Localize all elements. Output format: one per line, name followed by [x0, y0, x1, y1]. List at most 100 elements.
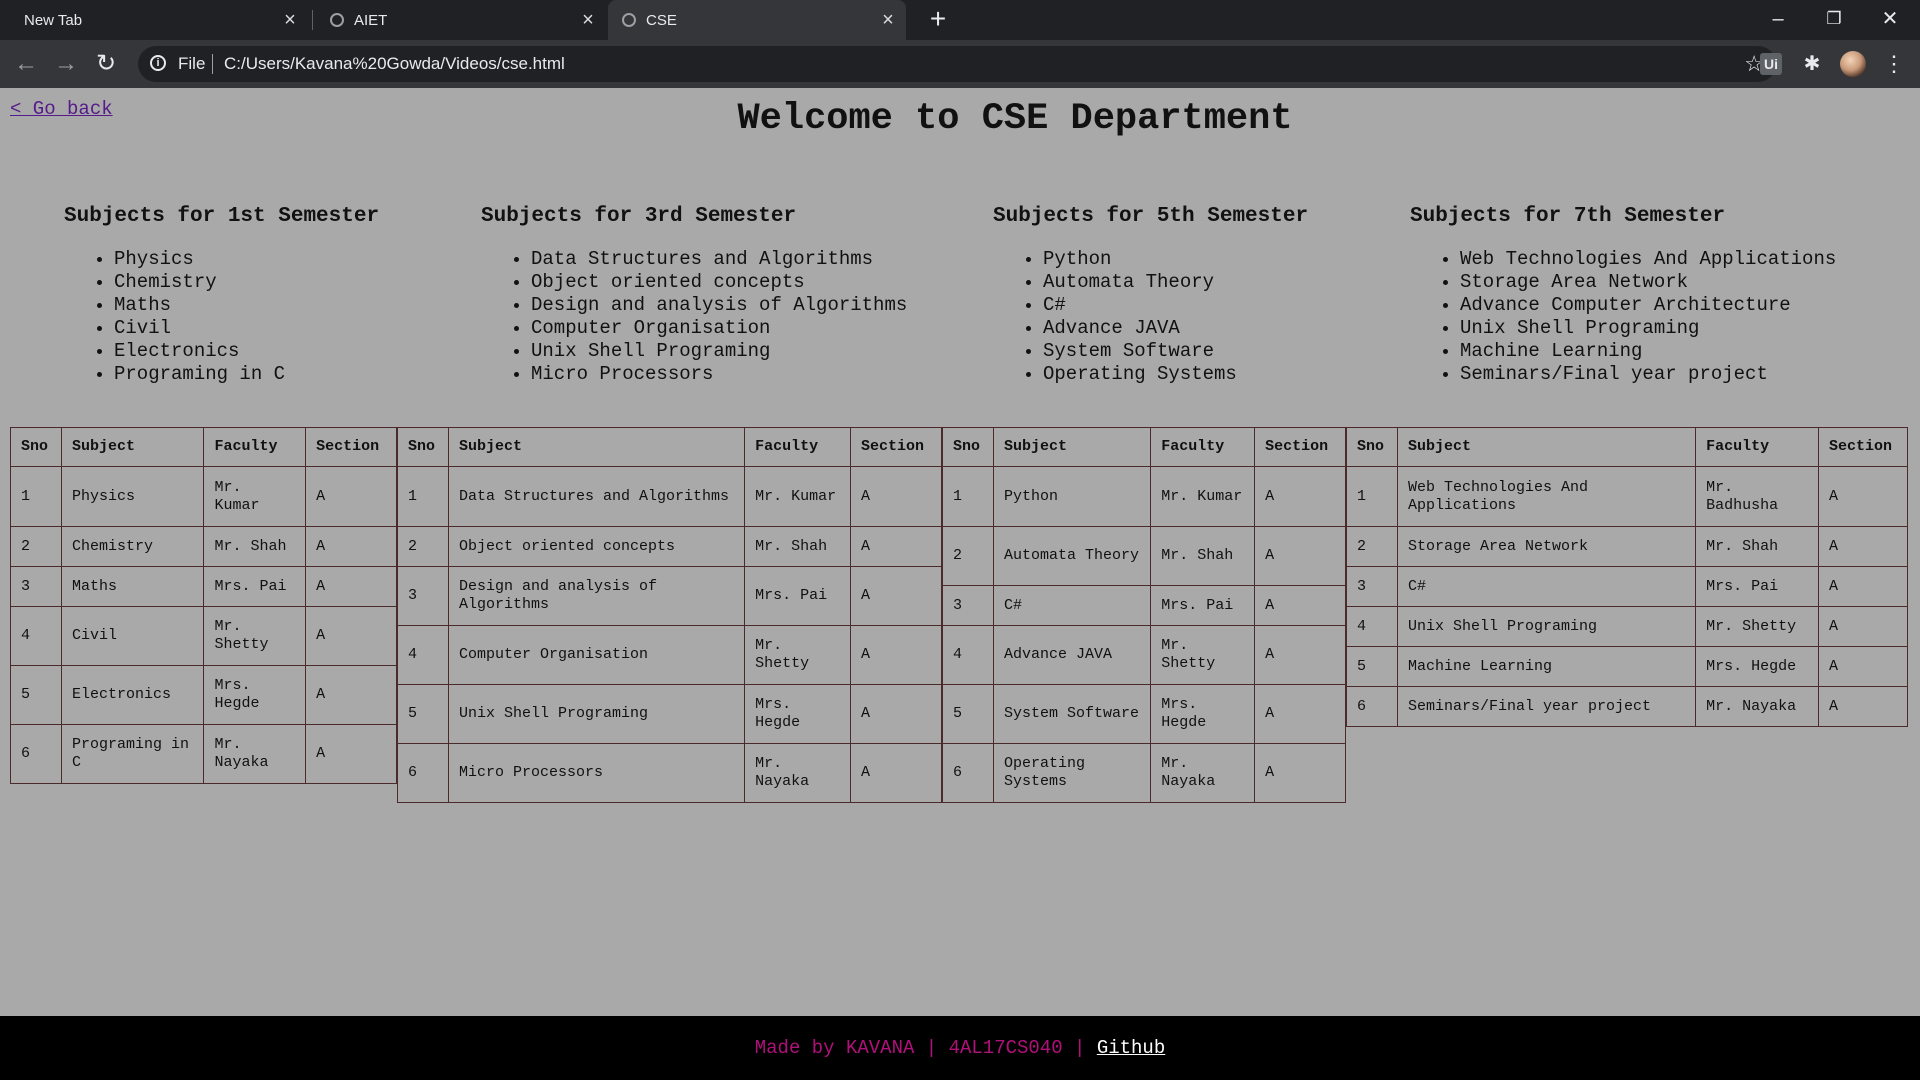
table-row: 3 Design and analysis of Algorithms Mrs. P… — [397, 566, 942, 626]
semester-title: Subjects for 1st Semester — [64, 205, 380, 228]
table-cell: A — [1254, 684, 1346, 744]
new-tab-plus-icon[interactable]: + — [922, 4, 954, 36]
list-item: Operating Systems — [1043, 363, 1308, 386]
table-row: 2 Storage Area Network Mr. Shah A — [1346, 526, 1909, 567]
close-icon[interactable]: × — [878, 9, 898, 32]
column-header: Sno — [397, 427, 449, 467]
list-item: Physics — [114, 248, 379, 271]
table-header-row: Sno Subject Faculty Section — [397, 427, 942, 467]
column-header: Subject — [1396, 427, 1697, 467]
table-cell: 5 — [1346, 646, 1398, 687]
table-cell: Physics — [60, 466, 205, 527]
table-cell: 1 — [397, 466, 449, 527]
semester-5-table: Sno Subject Faculty Section 1 Python Mr. K… — [942, 427, 1346, 803]
list-item: Maths — [114, 294, 379, 317]
table-cell: Electronics — [60, 665, 205, 725]
table-cell: Python — [992, 466, 1152, 527]
table-row: 4 Civil Mr. Shetty A — [10, 606, 397, 666]
subject-list: Web Technologies And Applications Storag… — [1410, 248, 1836, 386]
table-cell: Mr. Shetty — [1695, 606, 1819, 647]
table-row: 4 Advance JAVA Mr. Shetty A — [942, 625, 1346, 685]
tab-aiet[interactable]: AIET × — [316, 0, 606, 40]
table-cell: A — [1817, 606, 1909, 647]
minimize-icon[interactable]: – — [1750, 0, 1806, 40]
puzzle-extensions-icon[interactable]: ✱ — [1798, 50, 1826, 78]
github-link[interactable]: Github — [1097, 1037, 1165, 1059]
table-cell: Operating Systems — [992, 743, 1152, 803]
table-cell: Mr. Badhusha — [1695, 466, 1819, 527]
list-item: C# — [1043, 294, 1308, 317]
list-item: Storage Area Network — [1460, 271, 1836, 294]
table-row: 2 Object oriented concepts Mr. Shah A — [397, 526, 942, 567]
semester-title: Subjects for 3rd Semester — [481, 205, 797, 228]
tab-separator — [312, 10, 313, 30]
profile-avatar[interactable] — [1840, 51, 1866, 77]
table-cell: 3 — [942, 585, 994, 626]
table-cell: Storage Area Network — [1396, 526, 1697, 567]
restore-icon[interactable]: ❐ — [1806, 0, 1862, 40]
table-cell: A — [1817, 526, 1909, 567]
table-row: 4 Unix Shell Programing Mr. Shetty A — [1346, 606, 1909, 647]
table-cell: Unix Shell Programing — [1396, 606, 1697, 647]
tab-title: New Tab — [24, 11, 83, 29]
subject-list: Data Structures and Algorithms Object or… — [481, 248, 907, 386]
reload-icon[interactable]: ↻ — [90, 48, 122, 80]
table-cell: Automata Theory — [992, 526, 1152, 586]
table-row: 5 System Software Mrs. Hegde A — [942, 684, 1346, 744]
table-cell: Unix Shell Programing — [447, 684, 746, 744]
close-icon[interactable]: × — [578, 9, 598, 32]
ui-extension-icon[interactable]: Ui — [1760, 53, 1782, 75]
table-cell: A — [305, 526, 397, 567]
table-cell: Web Technologies And Applications — [1396, 466, 1697, 527]
list-item: Seminars/Final year project — [1460, 363, 1836, 386]
table-cell: 4 — [397, 625, 449, 685]
table-header-row: Sno Subject Faculty Section — [1346, 427, 1909, 467]
list-item: Programing in C — [114, 363, 379, 386]
info-icon[interactable]: i — [150, 55, 166, 71]
table-cell: Mr. Nayaka — [1150, 743, 1256, 803]
column-header: Subject — [447, 427, 746, 467]
table-row: 1 Data Structures and Algorithms Mr. Kumar… — [397, 466, 942, 527]
table-row: 5 Unix Shell Programing Mrs. Hegde A — [397, 684, 942, 744]
table-cell: Mr. Shah — [1695, 526, 1819, 567]
table-cell: Civil — [60, 606, 205, 666]
list-item: Electronics — [114, 340, 379, 363]
table-cell: A — [305, 466, 397, 527]
table-cell: A — [1254, 526, 1346, 586]
table-cell: Mr. Shah — [1150, 526, 1256, 586]
list-item: Chemistry — [114, 271, 379, 294]
semester-7-block: Subjects for 7th Semester Web Technologi… — [1410, 205, 1836, 386]
table-row: 4 Computer Organisation Mr. Shetty A — [397, 625, 942, 685]
forward-arrow-icon[interactable]: → — [50, 48, 82, 80]
table-cell: Mr. Kumar — [203, 466, 307, 527]
table-cell: 6 — [397, 743, 449, 803]
table-cell: Mr. Shetty — [744, 625, 852, 685]
table-cell: A — [1254, 585, 1346, 626]
list-item: Automata Theory — [1043, 271, 1308, 294]
tab-cse[interactable]: CSE × — [608, 0, 906, 40]
table-cell: Mrs. Pai — [203, 566, 307, 607]
table-cell: A — [850, 625, 942, 685]
page-footer: Made by KAVANA | 4AL17CS040 | Github — [0, 1016, 1920, 1080]
tab-strip: New Tab × AIET × CSE × + – ❐ ✕ — [0, 0, 1920, 40]
window-close-icon[interactable]: ✕ — [1862, 0, 1918, 40]
column-header: Faculty — [744, 427, 852, 467]
table-row: 5 Electronics Mrs. Hegde A — [10, 665, 397, 725]
address-bar[interactable]: i File C:/Users/Kavana%20Gowda/Videos/cs… — [138, 46, 1776, 82]
tab-new-tab[interactable]: New Tab × — [8, 0, 308, 40]
table-cell: Advance JAVA — [992, 625, 1152, 685]
back-arrow-icon[interactable]: ← — [10, 48, 42, 80]
close-icon[interactable]: × — [280, 9, 300, 32]
table-cell: 4 — [10, 606, 62, 666]
page-title: Welcome to CSE Department — [737, 98, 1293, 140]
list-item: Machine Learning — [1460, 340, 1836, 363]
table-cell: Mrs. Hegde — [203, 665, 307, 725]
globe-icon — [330, 13, 344, 27]
menu-kebab-icon[interactable]: ⋮ — [1880, 50, 1908, 78]
table-row: 3 C# Mrs. Pai A — [942, 585, 1346, 626]
table-row: 6 Programing in C Mr. Nayaka A — [10, 724, 397, 784]
page-content: < Go back Welcome to CSE Department Subj… — [0, 88, 1920, 1016]
url-text[interactable]: C:/Users/Kavana%20Gowda/Videos/cse.html — [224, 54, 565, 74]
table-cell: 2 — [1346, 526, 1398, 567]
table-cell: A — [1254, 743, 1346, 803]
